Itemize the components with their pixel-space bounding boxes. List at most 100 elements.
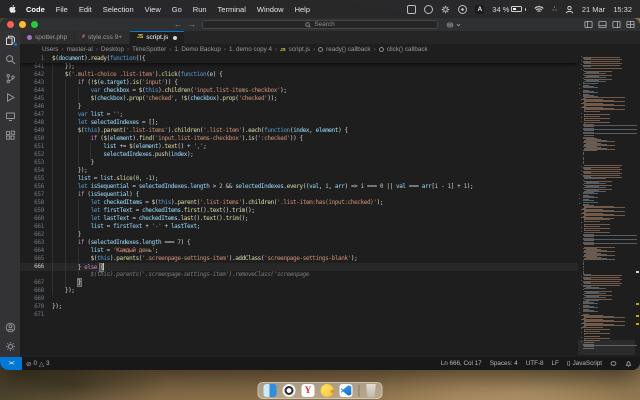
menu-go[interactable]: Go [172,5,182,14]
code-line[interactable]: 646 } [20,103,578,111]
settings-gear-icon[interactable] [3,340,17,352]
code-line[interactable]: 671 [20,311,578,319]
nav-forward-icon[interactable]: → [188,20,196,29]
dock-chatgpt-icon[interactable] [282,384,296,397]
eol-sequence[interactable]: LF [548,360,563,367]
menu-selection[interactable]: Selection [103,5,134,14]
menu-terminal[interactable]: Terminal [218,5,246,14]
code-line[interactable]: 643 if (!$(e.target).is('input')) { [20,79,578,87]
toggle-panel-icon[interactable] [598,20,607,29]
code-line[interactable]: 651 list += $(element).text() + ','; [20,143,578,151]
input-menu-icon[interactable]: ∴ [552,5,556,13]
code-lines[interactable]: 641 }); 642 $('.multi-choice .list-item')… [20,63,578,319]
code-line[interactable]: 644 var checkbox = $(this).children('inp… [20,87,578,95]
code-line[interactable]: 666 } else { [20,263,578,272]
battery-indicator[interactable]: 34 % [492,5,527,14]
dock-yandex-browser-icon[interactable]: Y [301,384,315,397]
nav-back-icon[interactable]: ← [174,20,182,29]
menu-file[interactable]: File [56,5,68,14]
menu-code[interactable]: Code [26,5,45,14]
breadcrumb-item[interactable]: TimeSpotter [132,46,166,53]
overview-ruler[interactable] [635,55,640,357]
tab-spotter.php[interactable]: spotter.php [20,31,76,44]
breadcrumb-item[interactable]: master-al [67,46,93,53]
code-line[interactable]: 665 $(this).parents('.screenpage-setting… [20,255,578,263]
code-line[interactable]: 670}); [20,303,578,311]
menu-help[interactable]: Help [295,5,310,14]
minimap-viewport[interactable] [578,340,635,355]
menubar-time[interactable]: 15:32 [613,5,632,14]
modified-dot-icon[interactable] [173,35,178,40]
run-debug-icon[interactable] [3,91,17,103]
breadcrumb-item[interactable]: Users [42,46,58,53]
copilot-status-icon[interactable] [606,360,621,367]
cursor-position[interactable]: Ln 666, Col 17 [437,360,486,367]
code-line[interactable]: 648 let selectedIndexes = []; [20,119,578,127]
menu-view[interactable]: View [145,5,161,14]
dock-trash-icon[interactable] [366,384,376,397]
breadcrumb-item[interactable]: script.js [289,46,310,53]
breadcrumb-item[interactable]: 1. Demo Backup [174,46,221,53]
code-line[interactable]: 659 let firstText = checkedItems.first()… [20,207,578,215]
dock-cyberduck-icon[interactable] [320,384,335,397]
code-line[interactable]: 669 [20,295,578,303]
wifi-icon[interactable] [534,5,544,13]
traffic-light-close[interactable] [7,21,14,28]
tray-gear-icon[interactable] [441,5,450,14]
tray-icon-3[interactable] [458,4,468,14]
code-line[interactable]: 647 var list = ''; [20,111,578,119]
tray-icon-2[interactable] [424,4,434,14]
code-line[interactable]: 658 let checkedItems = $(this).parent('.… [20,199,578,207]
code-line[interactable]: 641 }); [20,63,578,71]
code-line[interactable]: 657 if (isSequential) { [20,191,578,199]
code-line[interactable]: 667 } [20,278,578,287]
copilot-menu[interactable] [446,20,461,29]
code-line[interactable]: 661 list = firstText + '-' + lastText; [20,223,578,231]
dock-finder-icon[interactable] [263,384,277,397]
code-line[interactable]: 653 } [20,159,578,167]
code-line[interactable]: 655 list = list.slice(0, -1); [20,175,578,183]
encoding[interactable]: UTF-8 [522,360,548,367]
remote-indicator[interactable]: >< [0,357,22,370]
explorer-icon[interactable] [3,34,18,47]
code-line[interactable]: 652 selectedIndexes.push(index); [20,151,578,159]
remote-explorer-icon[interactable] [3,110,17,122]
problems-indicator[interactable]: ⊘ 0 △ 3 [22,360,53,368]
code-line[interactable]: 650 if ($(element).find('input.list-item… [20,135,578,143]
menu-edit[interactable]: Edit [79,5,92,14]
user-switch-icon[interactable] [565,5,574,14]
menubar-date[interactable]: 21 Mar [582,5,605,14]
code-line[interactable]: 649 $(this).parent('.list-items').childr… [20,127,578,135]
code-line[interactable]: 645 $(checkbox).prop('checked', !$(check… [20,95,578,103]
notifications-bell-icon[interactable] [621,360,636,367]
code-line[interactable]: 668 }); [20,287,578,295]
search-view-icon[interactable] [3,53,17,65]
code-line[interactable]: 663 if (selectedIndexes.length === 7) { [20,239,578,247]
extensions-icon[interactable] [3,129,17,141]
menu-window[interactable]: Window [257,5,284,14]
tab-style.css[interactable]: # style.css 9+ [75,31,131,44]
customize-layout-icon[interactable] [626,20,635,29]
breadcrumb-item[interactable]: 1. demo copy 4 [229,46,272,53]
toggle-sidebar-icon[interactable] [584,20,593,29]
traffic-light-zoom[interactable] [31,21,38,28]
toggle-secondary-sidebar-icon[interactable] [612,20,621,29]
code-line[interactable]: $(this).parents('.screenpage-settings-it… [20,271,578,279]
code-editor[interactable]: 1 $(document).ready(function(){ 641 }); 6… [20,55,640,357]
dock-vscode-icon[interactable] [339,384,353,397]
breadcrumb-item[interactable]: ready() callback [326,46,370,53]
minimap[interactable] [578,55,637,357]
sticky-scroll-line[interactable]: 1 $(document).ready(function(){ [20,55,578,63]
menu-run[interactable]: Run [193,5,207,14]
traffic-light-minimize[interactable] [19,21,26,28]
tab-script.js[interactable]: JS script.js [130,31,186,44]
source-control-icon[interactable] [3,72,17,84]
command-center-search[interactable]: Search [202,20,438,29]
code-line[interactable]: 662 } [20,231,578,239]
indentation[interactable]: Spaces: 4 [486,360,522,367]
apple-logo-icon[interactable] [8,4,17,14]
tray-icon-1[interactable] [407,4,417,14]
breadcrumb-item[interactable]: click() callback [387,46,428,53]
code-line[interactable]: 654 }); [20,167,578,175]
code-line[interactable]: 656 let isSequential = selectedIndexes.l… [20,183,578,191]
